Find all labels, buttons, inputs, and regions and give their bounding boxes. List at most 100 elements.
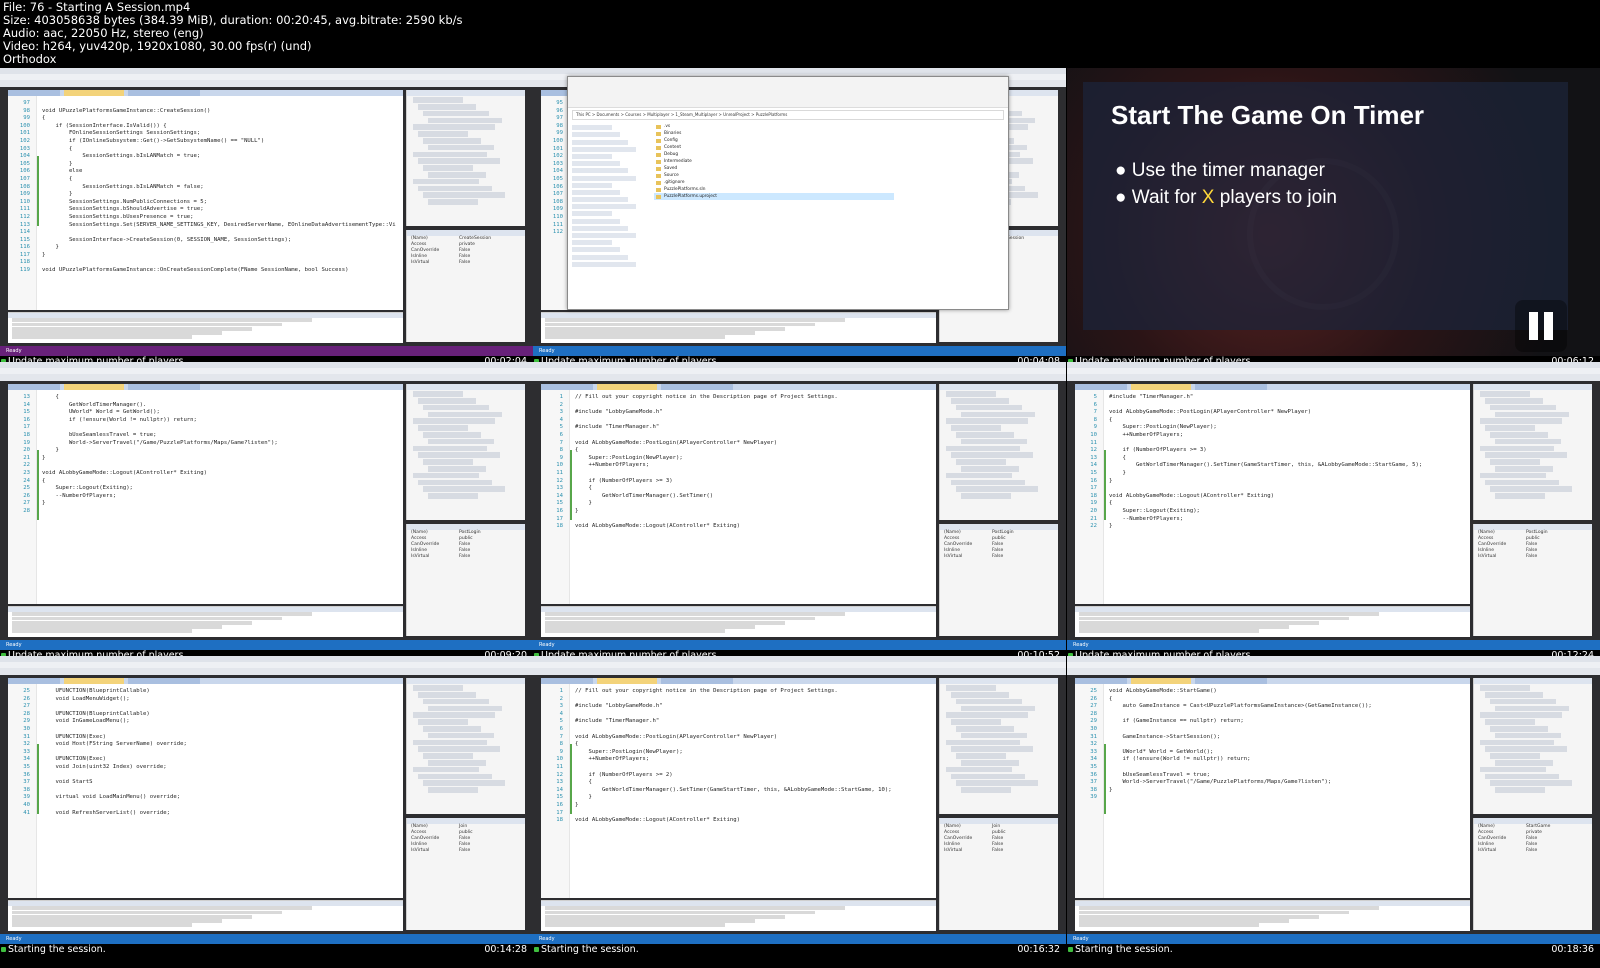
solution-explorer[interactable] [406, 384, 525, 520]
tree-item[interactable] [423, 165, 473, 171]
toolbar[interactable] [0, 80, 533, 87]
tree-item[interactable] [951, 719, 1001, 725]
nav-item[interactable] [572, 139, 628, 145]
tree-item[interactable] [1495, 760, 1553, 766]
solution-explorer[interactable] [939, 384, 1058, 520]
properties-panel[interactable]: (Name) Join Access public CanOverride False Is… [406, 818, 525, 930]
tree-item[interactable] [1495, 705, 1569, 712]
toolbar[interactable] [1067, 374, 1600, 381]
tree-item[interactable] [413, 178, 479, 185]
tree-item[interactable] [951, 692, 1009, 698]
tree-item[interactable] [423, 138, 481, 144]
tree-item[interactable] [1490, 432, 1548, 438]
tree-item[interactable] [423, 486, 505, 492]
tree-item[interactable] [413, 685, 463, 691]
solution-tree[interactable] [407, 685, 525, 793]
tree-item[interactable] [418, 719, 468, 725]
solution-explorer[interactable] [406, 90, 525, 226]
tree-item[interactable] [951, 425, 1001, 431]
properties-panel[interactable]: (Name) CreateSession Access private CanOverr… [406, 230, 525, 342]
file-item[interactable]: .gitignore [654, 179, 894, 186]
tree-item[interactable] [428, 493, 478, 499]
tree-item[interactable] [418, 158, 500, 164]
output-panel[interactable] [541, 606, 936, 637]
properties-panel[interactable]: (Name) Join Access public CanOverride False Is… [939, 818, 1058, 930]
nav-item[interactable] [572, 240, 612, 246]
nav-item[interactable] [572, 189, 620, 195]
tree-item[interactable] [1495, 411, 1569, 418]
code-editor[interactable]: 13 {14 GetWorldTimerManager(). 15 UWorld*… [8, 390, 403, 604]
nav-item[interactable] [572, 146, 636, 152]
property-row[interactable]: IsVirtual False [940, 848, 1058, 854]
nav-item[interactable] [572, 197, 628, 203]
tree-item[interactable] [1485, 479, 1559, 486]
property-row[interactable]: IsVirtual False [940, 554, 1058, 560]
tree-item[interactable] [1480, 739, 1554, 746]
nav-item[interactable] [572, 247, 620, 253]
tree-item[interactable] [946, 445, 1020, 452]
tree-item[interactable] [1495, 438, 1561, 445]
file-item[interactable]: .vs [654, 123, 894, 130]
file-list[interactable]: .vs Binaries Config Content Debug Intermediat… [654, 123, 894, 303]
tree-item[interactable] [946, 418, 1028, 424]
output-panel[interactable] [1075, 900, 1470, 931]
nav-item[interactable] [572, 168, 628, 174]
tree-item[interactable] [956, 753, 1006, 759]
tree-item[interactable] [423, 726, 481, 732]
code-editor[interactable]: 1 // Fill out your copyright notice in th… [541, 684, 936, 898]
tree-item[interactable] [946, 472, 1012, 479]
tree-item[interactable] [418, 452, 500, 458]
solution-explorer[interactable] [1473, 384, 1592, 520]
tree-item[interactable] [1485, 425, 1535, 431]
tree-item[interactable] [956, 726, 1014, 732]
tree-item[interactable] [418, 104, 476, 110]
tree-item[interactable] [1490, 726, 1548, 732]
code-editor[interactable]: 25 void ALobbyGameMode::StartGame() 26 {27 … [1075, 684, 1470, 898]
property-row[interactable]: IsVirtual False [407, 848, 525, 854]
tree-item[interactable] [961, 705, 1035, 712]
toolbar[interactable] [1067, 668, 1600, 675]
toolbar[interactable] [0, 374, 533, 381]
file-item[interactable]: Intermediate [654, 158, 894, 165]
tree-item[interactable] [413, 391, 463, 397]
solution-tree[interactable] [1474, 391, 1592, 499]
file-item[interactable]: Debug [654, 151, 894, 158]
tree-item[interactable] [956, 780, 1038, 786]
nav-item[interactable] [572, 161, 620, 167]
tree-item[interactable] [423, 459, 473, 465]
tree-item[interactable] [413, 445, 487, 452]
tree-item[interactable] [418, 425, 468, 431]
tree-item[interactable] [428, 787, 478, 793]
tree-item[interactable] [956, 486, 1038, 492]
solution-explorer[interactable] [1473, 678, 1592, 814]
tree-item[interactable] [1480, 418, 1562, 424]
tree-item[interactable] [946, 391, 996, 397]
tree-item[interactable] [956, 459, 1006, 465]
properties-panel[interactable]: (Name) StartGame Access private CanOverride F… [1473, 818, 1592, 930]
solution-explorer[interactable] [939, 678, 1058, 814]
file-item[interactable]: PuzzlePlatforms.uproject [654, 193, 894, 200]
tree-item[interactable] [951, 398, 1009, 404]
file-explorer-window[interactable]: This PC > Documents > Courses > Multipla… [567, 76, 1009, 310]
tree-item[interactable] [418, 185, 492, 192]
nav-item[interactable] [572, 211, 612, 217]
file-item[interactable]: PuzzlePlatforms.sln [654, 186, 894, 193]
nav-item[interactable] [572, 125, 612, 131]
output-panel[interactable] [8, 606, 403, 637]
property-row[interactable]: IsVirtual False [1474, 848, 1592, 854]
tree-item[interactable] [1480, 445, 1554, 452]
nav-item[interactable] [572, 175, 636, 181]
nav-item[interactable] [572, 182, 612, 188]
tree-item[interactable] [428, 760, 486, 766]
tree-item[interactable] [1480, 472, 1546, 479]
tree-item[interactable] [423, 432, 481, 438]
tree-item[interactable] [946, 739, 1020, 746]
tree-item[interactable] [423, 698, 489, 705]
tree-item[interactable] [1495, 466, 1553, 472]
tree-item[interactable] [428, 466, 486, 472]
file-item[interactable]: Source [654, 172, 894, 179]
tree-item[interactable] [428, 705, 502, 712]
tree-item[interactable] [1485, 719, 1535, 725]
nav-item[interactable] [572, 218, 620, 224]
output-panel[interactable] [541, 312, 936, 343]
